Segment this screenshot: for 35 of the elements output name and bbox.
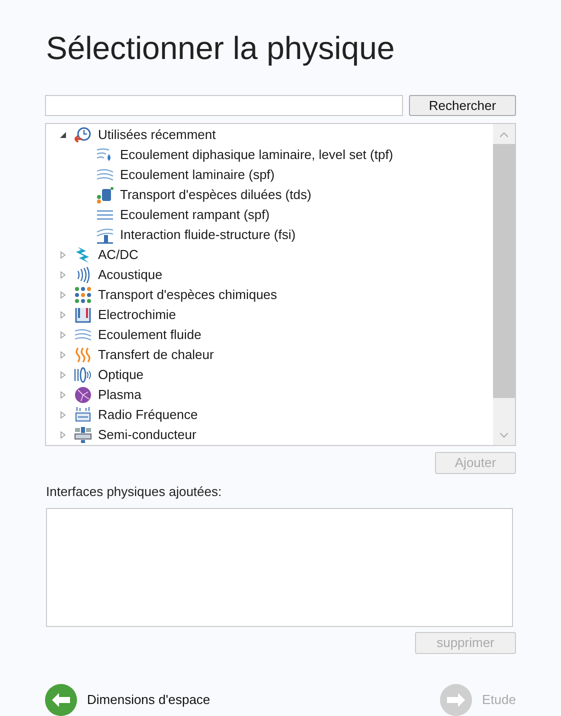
scroll-down-icon[interactable] <box>500 432 508 438</box>
tree-item[interactable]: Ecoulement fluide <box>98 325 202 345</box>
tree-item[interactable]: Transport d'espèces chimiques <box>98 285 278 305</box>
added-interfaces-list[interactable] <box>46 508 513 627</box>
semiconductor-icon <box>74 426 92 444</box>
tree-item[interactable]: Ecoulement rampant (spf) <box>120 205 270 225</box>
flow-wall-icon <box>96 226 114 244</box>
tree-item[interactable]: Radio Fréquence <box>98 405 198 425</box>
tree-item[interactable]: Utilisées récemment <box>98 125 216 145</box>
tree-item[interactable]: Plasma <box>98 385 142 405</box>
tree-item[interactable]: Semi-conducteur <box>98 425 196 445</box>
tree-item[interactable]: Interaction fluide-structure (fsi) <box>120 225 296 245</box>
tree-item[interactable]: Electrochimie <box>98 305 176 325</box>
lens-icon <box>74 366 92 384</box>
tree-item[interactable]: AC/DC <box>98 245 138 265</box>
plasma-ball-icon <box>74 386 92 404</box>
scroll-up-icon[interactable] <box>500 132 508 136</box>
antenna-device-icon <box>74 406 92 424</box>
tree-item[interactable]: Transport d'espèces diluées (tds) <box>120 185 312 205</box>
dots-icon <box>74 286 92 304</box>
section-label: Interfaces physiques ajoutées: <box>46 483 223 501</box>
tree-item[interactable]: Ecoulement diphasique laminaire, level set (tpf) <box>120 145 394 165</box>
heat-waves-icon <box>74 346 92 364</box>
back-link[interactable]: Dimensions d'espace <box>87 690 210 710</box>
tree-item[interactable]: Acoustique <box>98 265 162 285</box>
electrochemical-cell-icon <box>74 306 92 324</box>
tree-item[interactable]: Ecoulement laminaire (spf) <box>120 165 275 185</box>
search-field[interactable] <box>45 95 403 116</box>
clock-icon <box>74 126 92 144</box>
scrollbar[interactable] <box>493 124 515 445</box>
page-title: Sélectionner la physique <box>46 29 396 68</box>
tree-item[interactable]: Optique <box>98 365 144 385</box>
search-button[interactable]: Rechercher <box>409 95 516 116</box>
beaker-dots-icon <box>96 186 114 204</box>
tree-item[interactable]: Transfert de chaleur <box>98 345 214 365</box>
